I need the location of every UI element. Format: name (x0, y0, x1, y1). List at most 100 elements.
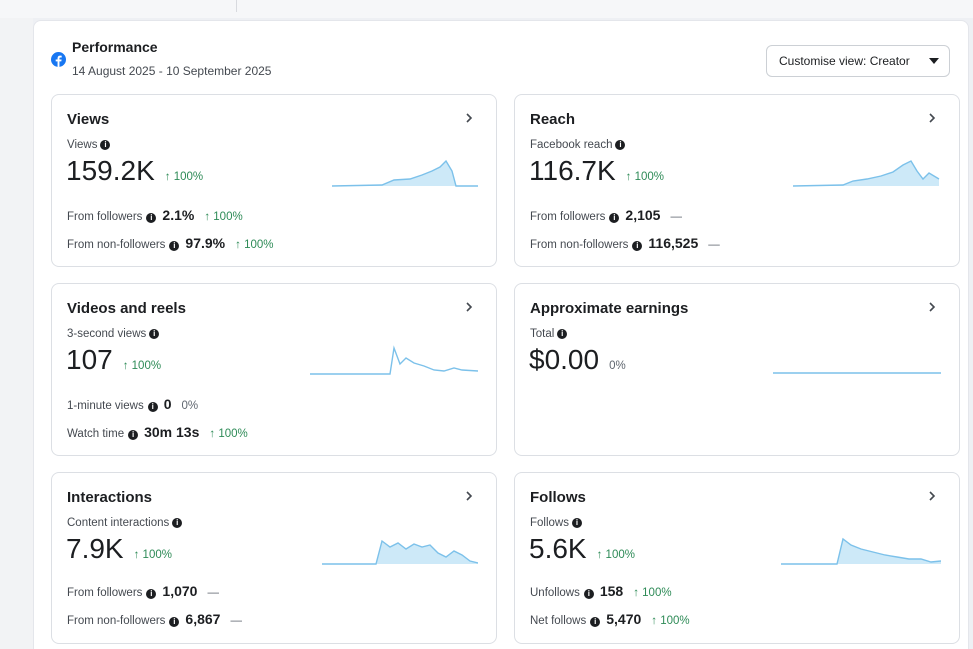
metric-delta: ↑ 100% (164, 171, 204, 183)
info-icon[interactable]: i (557, 329, 568, 339)
row-delta: — (230, 615, 242, 627)
metric-label-text: Facebook reach (530, 139, 613, 151)
card-title: Approximate earnings (530, 300, 689, 317)
card-title: Videos and reels (67, 300, 186, 317)
breakdown-row: From non-followers i 97.9% ↑ 100% (67, 235, 273, 251)
row-delta: — (670, 211, 682, 223)
metric-label-text: 3-second views (67, 328, 147, 340)
chevron-right-icon[interactable] (925, 300, 939, 314)
row-delta: ↑ 100% (633, 587, 672, 599)
metric-value: 7.9K ↑ 100% (66, 533, 172, 565)
sparkline-chart (793, 160, 940, 187)
chevron-right-icon[interactable] (462, 489, 476, 503)
card-videos-and-reels[interactable]: Videos and reels 3-second views i 107 ↑ 10… (51, 283, 497, 456)
info-icon[interactable]: i (147, 402, 158, 412)
row-delta: ↑ 100% (235, 239, 274, 251)
metric-label: Facebook reach i (530, 139, 626, 151)
row-delta: 0% (181, 400, 199, 412)
metric-label: Total i (530, 328, 568, 340)
breakdown-row: Watch time i 30m 13s ↑ 100% (67, 424, 248, 440)
info-icon[interactable]: i (169, 617, 180, 627)
metric-value: $0.00 0% (529, 344, 626, 376)
metric-label: Content interactions i (67, 517, 183, 529)
card-follows[interactable]: Follows Follows i 5.6K ↑ 100% Unfollows i 15… (514, 472, 960, 644)
row-value: 1,070 (162, 583, 198, 599)
info-icon[interactable]: i (172, 518, 183, 528)
customise-view-label: Customise view: Creator (779, 54, 910, 68)
metric-label-text: Content interactions (67, 517, 170, 529)
metric-delta: 0% (609, 360, 626, 372)
metric-value-text: 116.7K (529, 155, 616, 186)
breakdown-row: From non-followers i 6,867 — (67, 611, 242, 627)
metric-label: Views i (67, 139, 111, 151)
info-icon[interactable]: i (609, 213, 620, 223)
metric-delta: ↑ 100% (122, 360, 162, 372)
info-icon[interactable]: i (632, 241, 643, 251)
page-title: Performance (72, 39, 158, 55)
row-value: 30m 13s (144, 424, 200, 440)
metric-value-text: 7.9K (66, 533, 124, 564)
metric-value-text: $0.00 (529, 344, 600, 375)
info-icon[interactable]: i (583, 589, 594, 599)
info-icon[interactable]: i (128, 430, 139, 440)
row-value: 158 (599, 583, 624, 599)
row-label: Unfollows (530, 587, 580, 599)
breakdown-row: From followers i 2.1% ↑ 100% (67, 207, 243, 223)
metric-value: 107 ↑ 100% (66, 344, 161, 376)
info-icon[interactable]: i (146, 589, 157, 599)
row-label: From followers (67, 587, 143, 599)
chevron-right-icon[interactable] (462, 300, 476, 314)
metric-value-text: 107 (66, 344, 113, 375)
row-label: From followers (530, 211, 606, 223)
row-label: From non-followers (67, 239, 166, 251)
info-icon[interactable]: i (149, 329, 160, 339)
row-delta: ↑ 100% (651, 615, 690, 627)
breakdown-row: Unfollows i 158 ↑ 100% (530, 583, 672, 599)
metric-delta: ↑ 100% (596, 549, 635, 561)
row-label: Watch time (67, 428, 125, 440)
sparkline-chart (310, 345, 478, 375)
info-icon[interactable]: i (169, 241, 180, 251)
row-value: 2.1% (162, 207, 195, 223)
row-delta: ↑ 100% (204, 211, 243, 223)
card-title: Reach (530, 111, 576, 128)
metric-value: 159.2K ↑ 100% (66, 155, 203, 187)
info-icon[interactable]: i (615, 140, 626, 150)
metric-delta: ↑ 100% (133, 549, 172, 561)
row-label: From followers (67, 211, 143, 223)
card-reach[interactable]: Reach Facebook reach i 116.7K ↑ 100% From … (514, 94, 960, 267)
info-icon[interactable]: i (100, 140, 111, 150)
row-delta: — (207, 587, 219, 599)
card-views[interactable]: Views Views i 159.2K ↑ 100% From followers… (51, 94, 497, 267)
metric-label: 3-second views i (67, 328, 160, 340)
card-interactions[interactable]: Interactions Content interactions i 7.9K ↑… (51, 472, 497, 644)
metric-value-text: 159.2K (66, 155, 155, 186)
row-delta: ↑ 100% (209, 428, 248, 440)
metric-value: 116.7K ↑ 100% (529, 155, 664, 187)
top-bar (0, 0, 973, 18)
metric-value-text: 5.6K (529, 533, 587, 564)
customise-view-dropdown[interactable]: Customise view: Creator (766, 45, 950, 77)
card-title: Follows (530, 489, 586, 506)
card-approximate-earnings[interactable]: Approximate earnings Total i $0.00 0% (514, 283, 960, 456)
sparkline-chart (322, 539, 478, 565)
row-value: 116,525 (648, 235, 699, 251)
card-title: Interactions (67, 489, 153, 506)
metric-value: 5.6K ↑ 100% (529, 533, 635, 565)
chevron-right-icon[interactable] (925, 111, 939, 125)
info-icon[interactable]: i (590, 617, 601, 627)
row-label: 1-minute views (67, 400, 144, 412)
chevron-right-icon[interactable] (925, 489, 939, 503)
metric-label-text: Follows (530, 517, 569, 529)
chevron-right-icon[interactable] (462, 111, 476, 125)
top-divider (236, 0, 237, 12)
breakdown-row: 1-minute views i 0 0% (67, 396, 198, 412)
sparkline-chart (332, 159, 478, 187)
breakdown-row: From followers i 1,070 — (67, 583, 219, 599)
left-sidebar-strip (0, 18, 33, 649)
row-value: 97.9% (185, 235, 226, 251)
row-value: 5,470 (606, 611, 642, 627)
info-icon[interactable]: i (571, 518, 582, 528)
breakdown-row: From non-followers i 116,525 — (530, 235, 720, 251)
info-icon[interactable]: i (146, 213, 157, 223)
